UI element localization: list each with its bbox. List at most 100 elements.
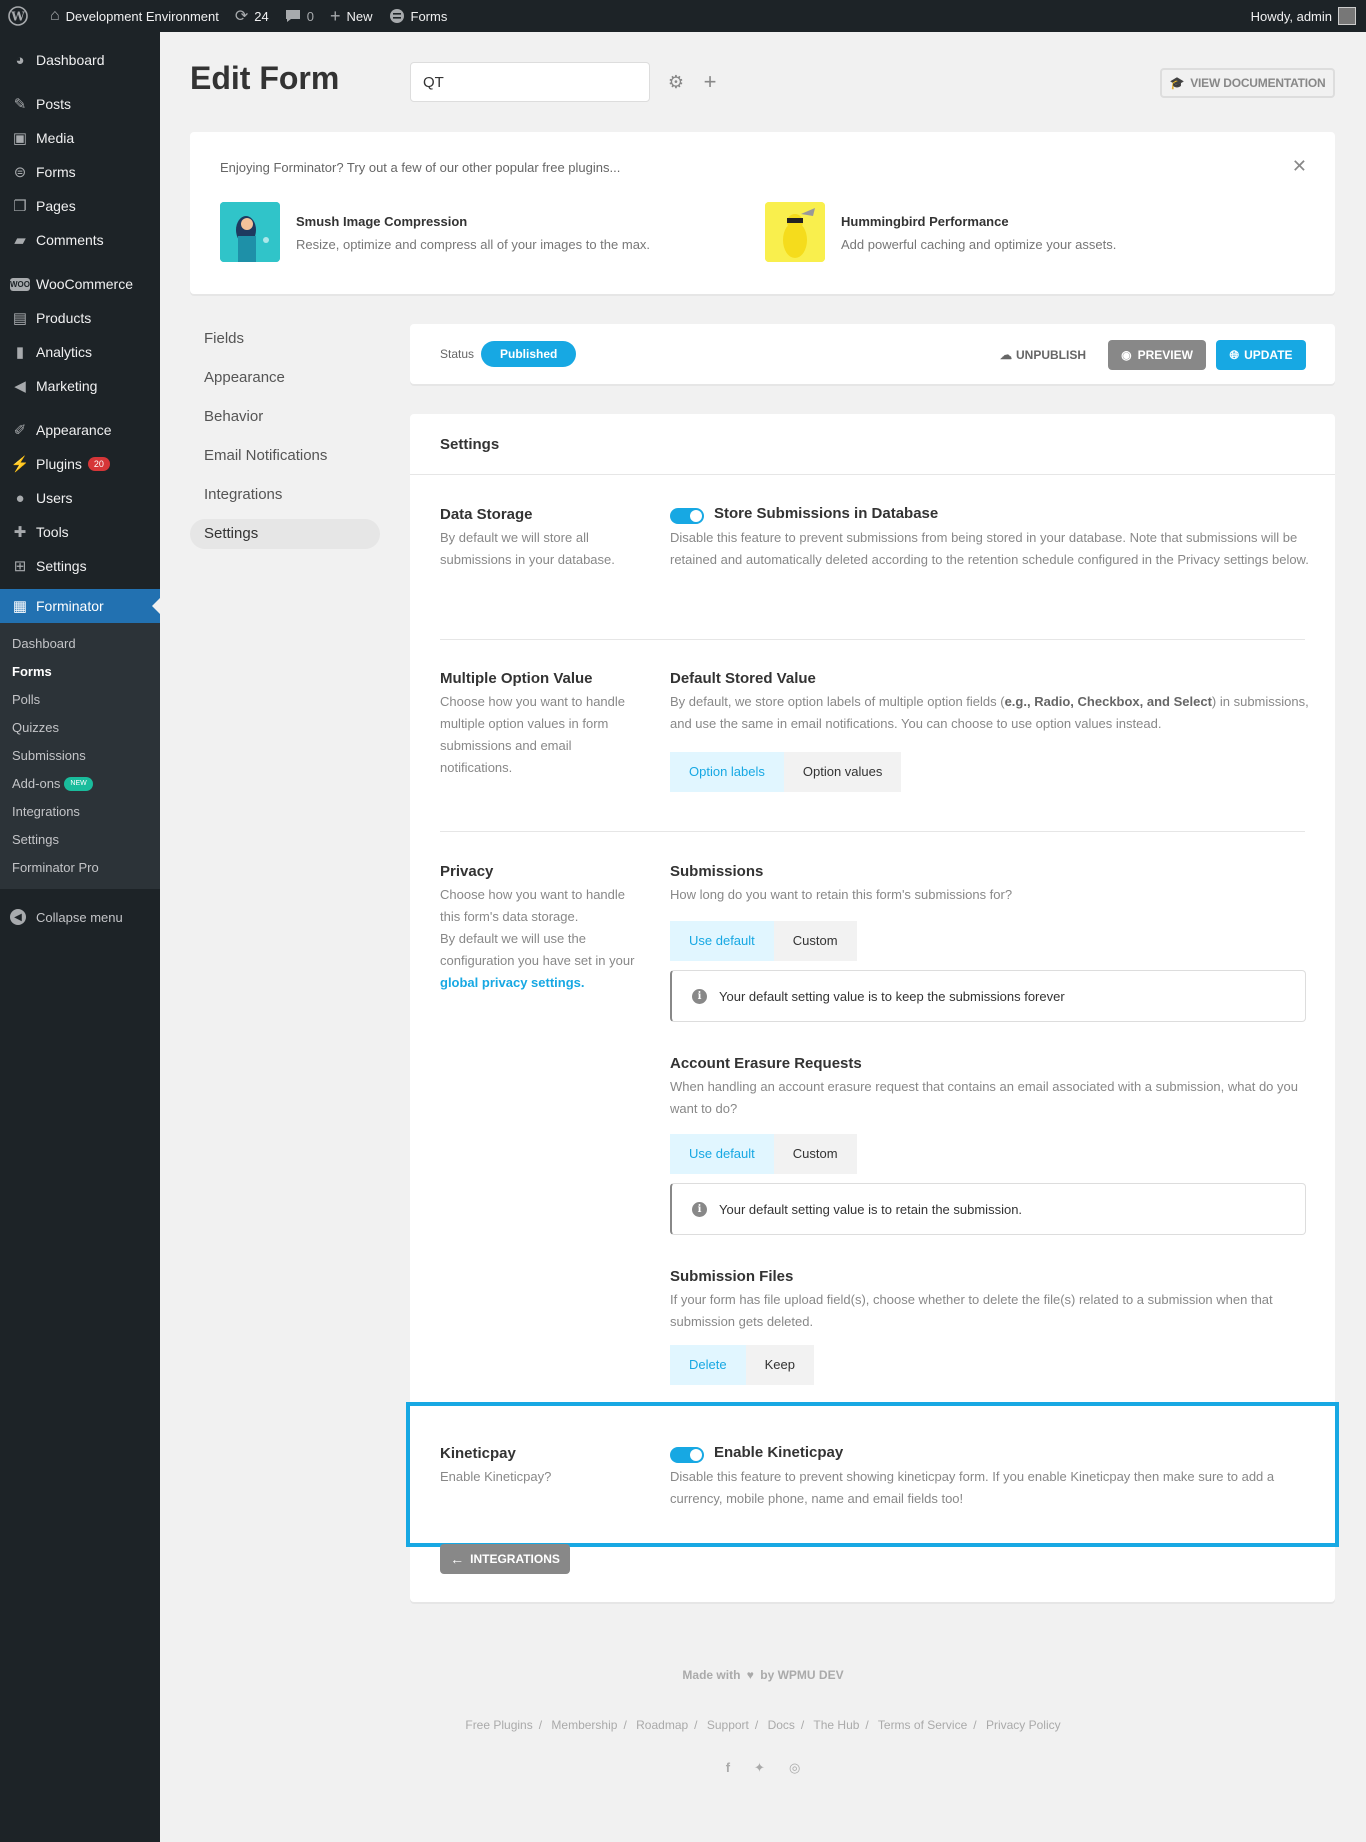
tab-custom[interactable]: Custom [773, 1134, 857, 1174]
nav-item-email-notifications[interactable]: Email Notifications [190, 441, 380, 471]
submenu-item-forminator-pro[interactable]: Forminator Pro [0, 854, 160, 882]
sidebar-item-products[interactable]: ▤ Products [0, 301, 160, 335]
twitter-icon[interactable]: ✦ [754, 1760, 765, 1776]
sidebar-item-settings[interactable]: ⊞ Settings [0, 549, 160, 583]
sidebar-item-comments[interactable]: ▰ Comments [0, 223, 160, 257]
update-button[interactable]: 🌐︎ UPDATE [1216, 340, 1306, 370]
instagram-icon[interactable]: ◎ [789, 1760, 800, 1776]
sidebar-item-forms[interactable]: ⊜ Forms [0, 155, 160, 189]
wp-logo-button[interactable]: W [0, 0, 42, 32]
close-icon[interactable]: ✕ [1292, 156, 1307, 177]
sidebar-item-plugins[interactable]: ⚡ Plugins 20 [0, 447, 160, 481]
store-submissions-desc: Disable this feature to prevent submissi… [670, 530, 1309, 567]
promo-intro: Enjoying Forminator? Try out a few of ou… [220, 160, 621, 175]
erasure-tabs: Use default Custom [670, 1134, 857, 1174]
desc-bold: e.g., Radio, Checkbox, and Select [1004, 694, 1212, 709]
desc-text: Choose how you want to handle this form'… [440, 887, 626, 924]
tab-option-values[interactable]: Option values [783, 752, 902, 792]
store-submissions-label: Store Submissions in Database [714, 505, 939, 522]
sidebar-item-label: Comments [36, 232, 104, 248]
collapse-label: Collapse menu [36, 909, 123, 925]
comments-link[interactable]: 0 [277, 0, 322, 32]
gear-icon[interactable]: ⚙ [664, 70, 688, 94]
sidebar-item-appearance[interactable]: ✐ Appearance [0, 413, 160, 447]
tab-use-default[interactable]: Use default [670, 921, 774, 961]
add-icon[interactable]: + [698, 69, 722, 94]
status-label: Status [440, 347, 475, 361]
footer-link[interactable]: Free Plugins [465, 1718, 532, 1732]
submenu-item-integrations[interactable]: Integrations [0, 798, 160, 826]
integrations-back-button[interactable]: ← INTEGRATIONS [440, 1544, 570, 1574]
collapse-arrow-icon: ◀ [10, 909, 26, 925]
nav-item-behavior[interactable]: Behavior [190, 402, 380, 432]
nav-item-fields[interactable]: Fields [190, 324, 380, 354]
plugin-name: Hummingbird Performance [841, 214, 1009, 229]
my-account-link[interactable]: Howdy, admin [1243, 0, 1366, 32]
new-content-link[interactable]: + New [322, 0, 381, 32]
submenu-item-forms[interactable]: Forms [0, 658, 160, 686]
footer-link[interactable]: Docs [768, 1718, 795, 1732]
sidebar-item-analytics[interactable]: ▮ Analytics [0, 335, 160, 369]
sidebar-item-dashboard[interactable]: ◕ Dashboard [0, 43, 160, 77]
footer-text: Made with [682, 1668, 741, 1682]
sidebar-item-label: Forminator [36, 598, 104, 614]
sidebar-item-label: Posts [36, 96, 72, 112]
tab-option-labels[interactable]: Option labels [670, 752, 784, 792]
nav-item-settings[interactable]: Settings [190, 519, 380, 549]
sidebar-item-forminator[interactable]: ▦ Forminator [0, 589, 160, 623]
sidebar-item-media[interactable]: ▣ Media [0, 121, 160, 155]
site-name: Development Environment [65, 8, 219, 24]
store-submissions-toggle[interactable] [670, 508, 704, 524]
sidebar-item-marketing[interactable]: ◀ Marketing [0, 369, 160, 403]
footer-link[interactable]: Roadmap [636, 1718, 688, 1732]
view-documentation-button[interactable]: 🎓 VIEW DOCUMENTATION [1160, 68, 1335, 98]
sidebar-item-posts[interactable]: ✎ Posts [0, 87, 160, 121]
facebook-icon[interactable]: f [726, 1760, 730, 1776]
nav-item-integrations[interactable]: Integrations [190, 480, 380, 510]
footer-text: by WPMU DEV [760, 1668, 844, 1682]
nav-item-appearance[interactable]: Appearance [190, 363, 380, 393]
tab-keep[interactable]: Keep [745, 1345, 814, 1385]
unpublish-button[interactable]: ☁ UNPUBLISH [1000, 348, 1086, 362]
submenu-item-settings[interactable]: Settings [0, 826, 160, 854]
footer-link[interactable]: Support [707, 1718, 749, 1732]
sidebar-item-woocommerce[interactable]: WOO WooCommerce [0, 267, 160, 301]
tab-use-default[interactable]: Use default [670, 1134, 774, 1174]
footer-link[interactable]: Terms of Service [878, 1718, 967, 1732]
enable-kineticpay-toggle[interactable] [670, 1447, 704, 1463]
enable-kineticpay-desc: Disable this feature to prevent showing … [670, 1469, 1275, 1506]
global-privacy-settings-link[interactable]: global privacy settings. [440, 975, 585, 990]
footer-link[interactable]: Membership [551, 1718, 617, 1732]
sidebar-item-pages[interactable]: ❐ Pages [0, 189, 160, 223]
tab-custom[interactable]: Custom [773, 921, 857, 961]
forms-icon: ⊜ [13, 164, 27, 181]
promo-plugin-hummingbird[interactable]: Hummingbird Performance Add powerful cac… [765, 202, 1116, 262]
footer-link[interactable]: Privacy Policy [986, 1718, 1061, 1732]
submenu-item-quizzes[interactable]: Quizzes [0, 714, 160, 742]
default-stored-value-desc: By default, we store option labels of mu… [670, 691, 1310, 735]
submenu-item-polls[interactable]: Polls [0, 686, 160, 714]
submissions-label: Submissions [670, 863, 764, 880]
site-name-link[interactable]: ⌂ Development Environment [42, 0, 227, 32]
sidebar-item-label: Plugins [36, 456, 82, 472]
sidebar-item-tools[interactable]: ✚ Tools [0, 515, 160, 549]
plus-icon: + [329, 5, 341, 26]
submenu-item-dashboard[interactable]: Dashboard [0, 630, 160, 658]
form-name-input[interactable]: QT [410, 62, 650, 102]
sidebar-item-users[interactable]: ● Users [0, 481, 160, 515]
collapse-menu-button[interactable]: ◀ Collapse menu [0, 899, 160, 935]
tab-delete[interactable]: Delete [670, 1345, 746, 1385]
plugin-desc: Add powerful caching and optimize your a… [841, 237, 1117, 252]
footer-link[interactable]: The Hub [813, 1718, 859, 1732]
smush-logo [220, 202, 280, 262]
updates-link[interactable]: ⟳ 24 [227, 0, 277, 32]
forms-link[interactable]: Forms [381, 0, 456, 32]
submenu-item-submissions[interactable]: Submissions [0, 742, 160, 770]
submenu-item-addons[interactable]: Add-ons NEW [0, 770, 160, 798]
plugin-name: Smush Image Compression [296, 214, 468, 229]
cloud-icon: ☁ [1000, 348, 1012, 362]
update-label: UPDATE [1244, 348, 1293, 362]
preview-button[interactable]: ◉ PREVIEW [1108, 340, 1206, 370]
promo-plugin-smush[interactable]: Smush Image Compression Resize, optimize… [220, 202, 650, 262]
form-sections-nav: Fields Appearance Behavior Email Notific… [190, 324, 380, 558]
